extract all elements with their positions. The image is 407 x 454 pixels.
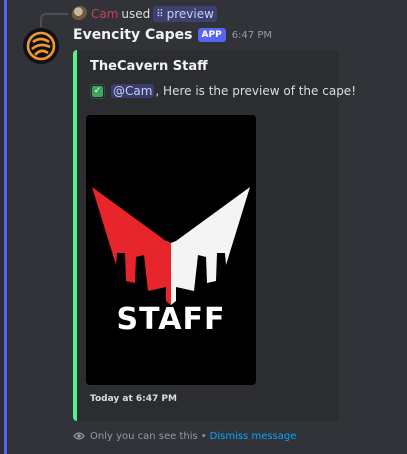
description-text: , Here is the preview of the cape!	[155, 84, 356, 98]
unread-bar	[4, 0, 7, 454]
cape-logo-icon	[92, 187, 250, 305]
reply-username[interactable]: Cam	[91, 7, 118, 21]
embed-footer: Today at 6:47 PM	[90, 394, 177, 404]
reply-user-avatar[interactable]	[72, 6, 88, 22]
bot-avatar[interactable]	[23, 28, 59, 64]
ephemeral-notice: Only you can see this • Dismiss message	[73, 428, 296, 444]
cape-image-caption: STAFF	[116, 302, 226, 337]
message-timestamp[interactable]: 6:47 PM	[232, 30, 272, 41]
embed-card: TheCavern Staff ✓ @Cam , Here is the pre…	[73, 50, 356, 421]
cape-preview-image[interactable]: STAFF	[86, 115, 256, 385]
app-badge: APP	[197, 28, 226, 42]
user-mention[interactable]: @Cam	[111, 84, 155, 98]
embed-description: ✓ @Cam , Here is the preview of the cape…	[90, 82, 356, 100]
command-reply-context[interactable]: Cam used ⠿ preview	[72, 5, 217, 23]
embed-title: TheCavern Staff	[90, 59, 208, 74]
separator-dot: •	[200, 430, 207, 442]
unread-rail	[0, 0, 8, 454]
slash-command-icon: ⠿	[156, 8, 164, 20]
author-name[interactable]: Evencity Capes	[73, 27, 193, 43]
command-name: preview	[166, 7, 214, 21]
evencity-logo-icon	[23, 28, 59, 64]
eye-icon	[73, 431, 85, 441]
reply-spine	[40, 13, 68, 27]
reply-verb: used	[121, 7, 151, 21]
check-mark-emoji-icon: ✓	[90, 83, 105, 99]
dismiss-message-link[interactable]: Dismiss message	[210, 431, 297, 442]
message-header: Evencity Capes APP 6:47 PM	[73, 25, 272, 45]
ephemeral-text: Only you can see this	[90, 430, 198, 442]
chat-view: Cam used ⠿ preview Evencity Capes APP 6:…	[0, 0, 407, 454]
command-chip[interactable]: ⠿ preview	[153, 6, 217, 22]
